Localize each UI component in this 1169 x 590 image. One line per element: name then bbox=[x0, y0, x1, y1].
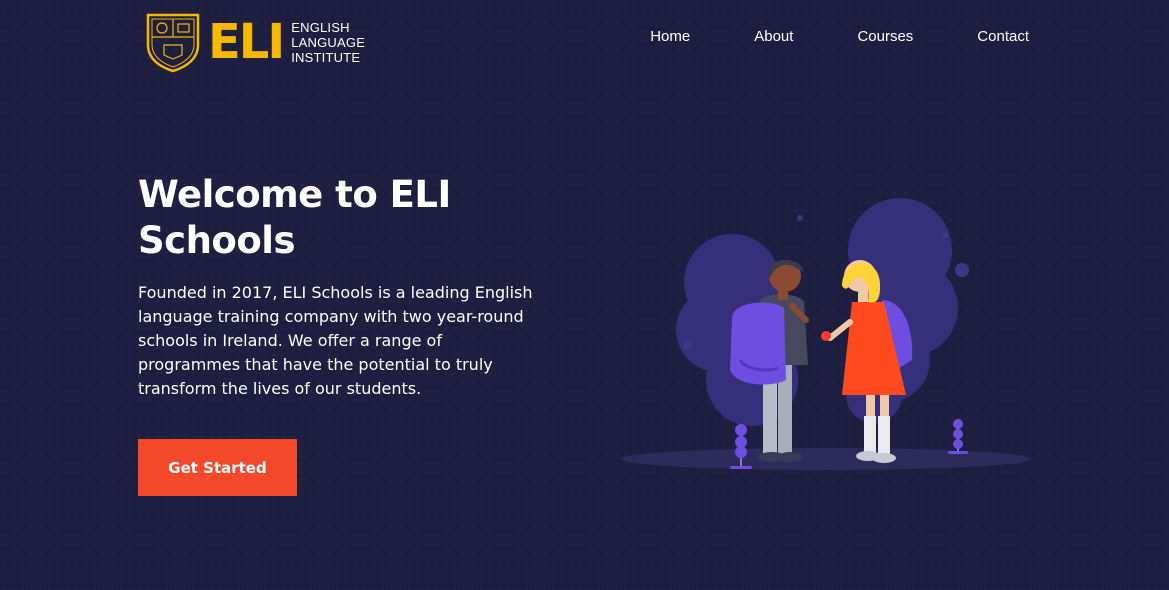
logo-mark: ELI bbox=[208, 14, 285, 70]
students-with-backpacks-illustration bbox=[621, 198, 1031, 470]
logo-line-1: ENGLISH bbox=[291, 19, 350, 35]
site-header: ELI ENGLISH LANGUAGE INSTITUTE Home Abou… bbox=[0, 0, 1169, 80]
hero-description: Founded in 2017, ELI Schools is a leadin… bbox=[138, 283, 533, 398]
nav-home[interactable]: Home bbox=[650, 28, 690, 45]
background-bushes bbox=[676, 198, 958, 426]
get-started-button[interactable]: Get Started bbox=[138, 439, 297, 496]
plant-right bbox=[948, 419, 968, 454]
eli-logo[interactable]: ELI ENGLISH LANGUAGE INSTITUTE bbox=[144, 10, 384, 74]
logo-line-3: INSTITUTE bbox=[291, 49, 361, 65]
ground-shadow bbox=[621, 448, 1031, 470]
logo-wordmark: ENGLISH LANGUAGE INSTITUTE bbox=[291, 20, 365, 65]
crest-icon bbox=[146, 13, 200, 73]
main-nav: Home About Courses Contact bbox=[650, 28, 1029, 45]
hero-title: Welcome to ELI Schools bbox=[138, 173, 451, 262]
nav-courses[interactable]: Courses bbox=[857, 28, 913, 45]
nav-about[interactable]: About bbox=[754, 28, 793, 45]
nav-contact[interactable]: Contact bbox=[977, 28, 1029, 45]
logo-line-2: LANGUAGE bbox=[291, 34, 366, 50]
